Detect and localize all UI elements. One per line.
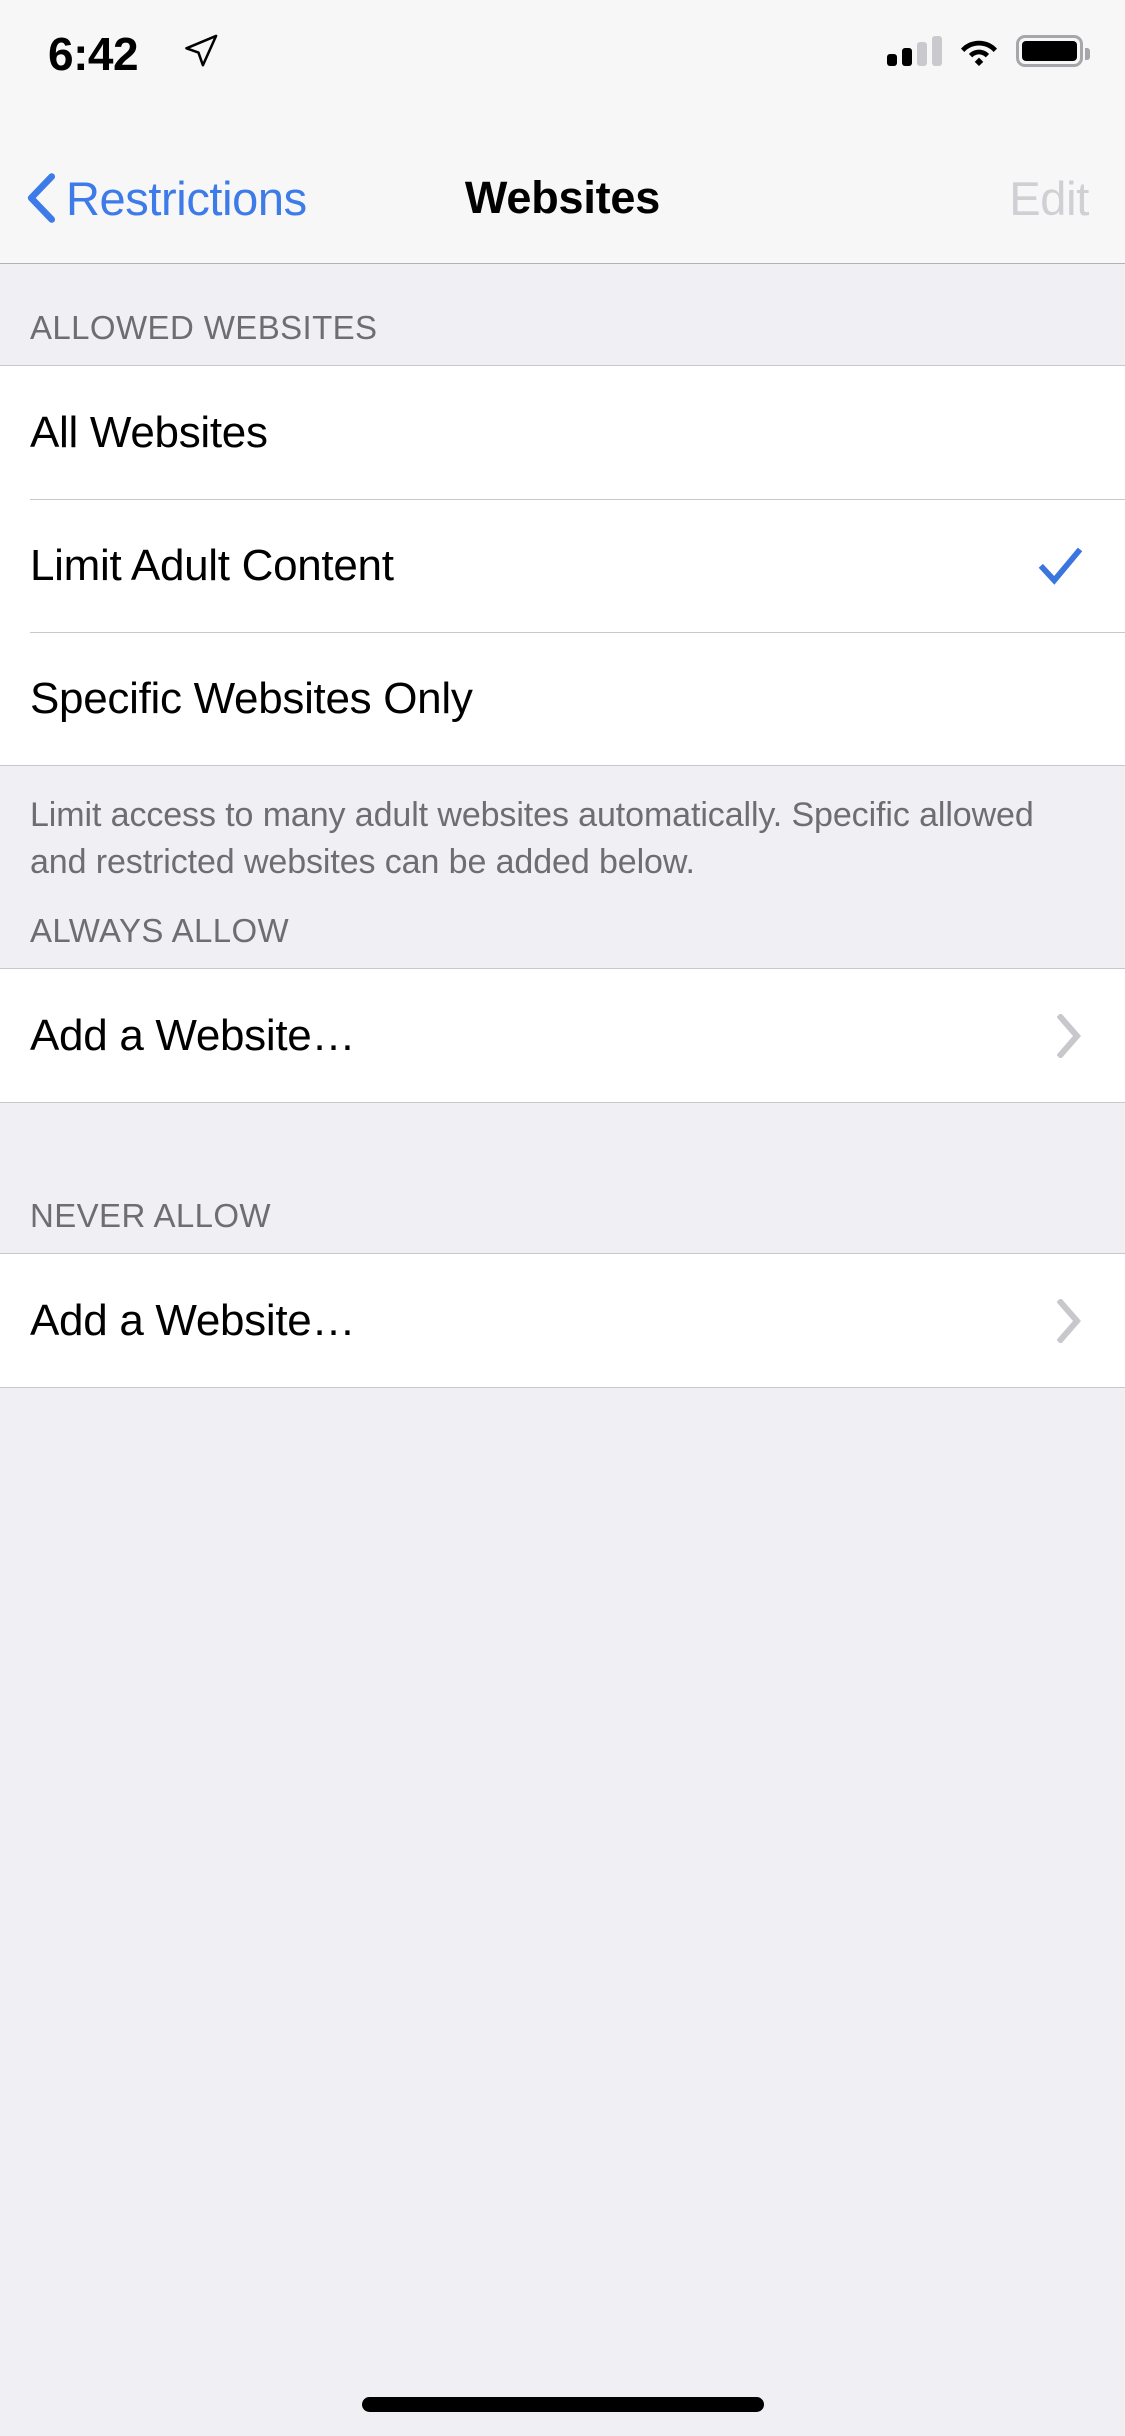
- row-specific-websites-only[interactable]: Specific Websites Only: [0, 632, 1125, 765]
- row-label: Add a Website…: [30, 1010, 356, 1060]
- row-label: Limit Adult Content: [30, 540, 394, 590]
- section-header-always-allow: ALWAYS ALLOW: [30, 912, 290, 949]
- wifi-icon: [961, 40, 997, 66]
- status-bar-indicators: [887, 30, 1090, 72]
- chevron-right-icon: [1057, 1298, 1081, 1343]
- group-never-allow: Add a Website…: [0, 1253, 1125, 1388]
- row-never-allow-add-website[interactable]: Add a Website…: [0, 1254, 1125, 1387]
- status-bar: 6:42: [0, 0, 1125, 132]
- checkmark-icon: [1038, 547, 1083, 585]
- row-limit-adult-content[interactable]: Limit Adult Content: [0, 499, 1125, 632]
- cellular-signal-icon: [887, 36, 942, 66]
- section-footer-allowed-websites: Limit access to many adult websites auto…: [30, 796, 1034, 881]
- chevron-right-icon: [1057, 1013, 1081, 1058]
- row-label: Add a Website…: [30, 1295, 356, 1345]
- back-button-label: Restrictions: [66, 171, 307, 225]
- edit-button[interactable]: Edit: [1009, 132, 1089, 264]
- section-header-allowed-websites: ALLOWED WEBSITES: [30, 309, 378, 346]
- group-always-allow: Add a Website…: [0, 968, 1125, 1103]
- section-header-never-allow: NEVER ALLOW: [30, 1197, 271, 1234]
- group-allowed-websites: All Websites Limit Adult Content Specifi…: [0, 365, 1125, 766]
- location-arrow-icon: [185, 34, 218, 67]
- settings-list: ALLOWED WEBSITES All Websites Limit Adul…: [0, 265, 1125, 2436]
- home-indicator[interactable]: [361, 2397, 764, 2412]
- row-label: Specific Websites Only: [30, 673, 473, 723]
- iphone-screen: 6:42 Restrictions Websites Edit ALLOWED …: [0, 0, 1125, 2436]
- row-all-websites[interactable]: All Websites: [0, 366, 1125, 499]
- back-button[interactable]: Restrictions: [26, 132, 307, 264]
- navigation-bar: Restrictions Websites Edit: [0, 132, 1125, 264]
- chevron-left-icon: [27, 173, 56, 223]
- battery-icon: [1016, 35, 1090, 67]
- row-label: All Websites: [30, 407, 268, 457]
- row-always-allow-add-website[interactable]: Add a Website…: [0, 969, 1125, 1102]
